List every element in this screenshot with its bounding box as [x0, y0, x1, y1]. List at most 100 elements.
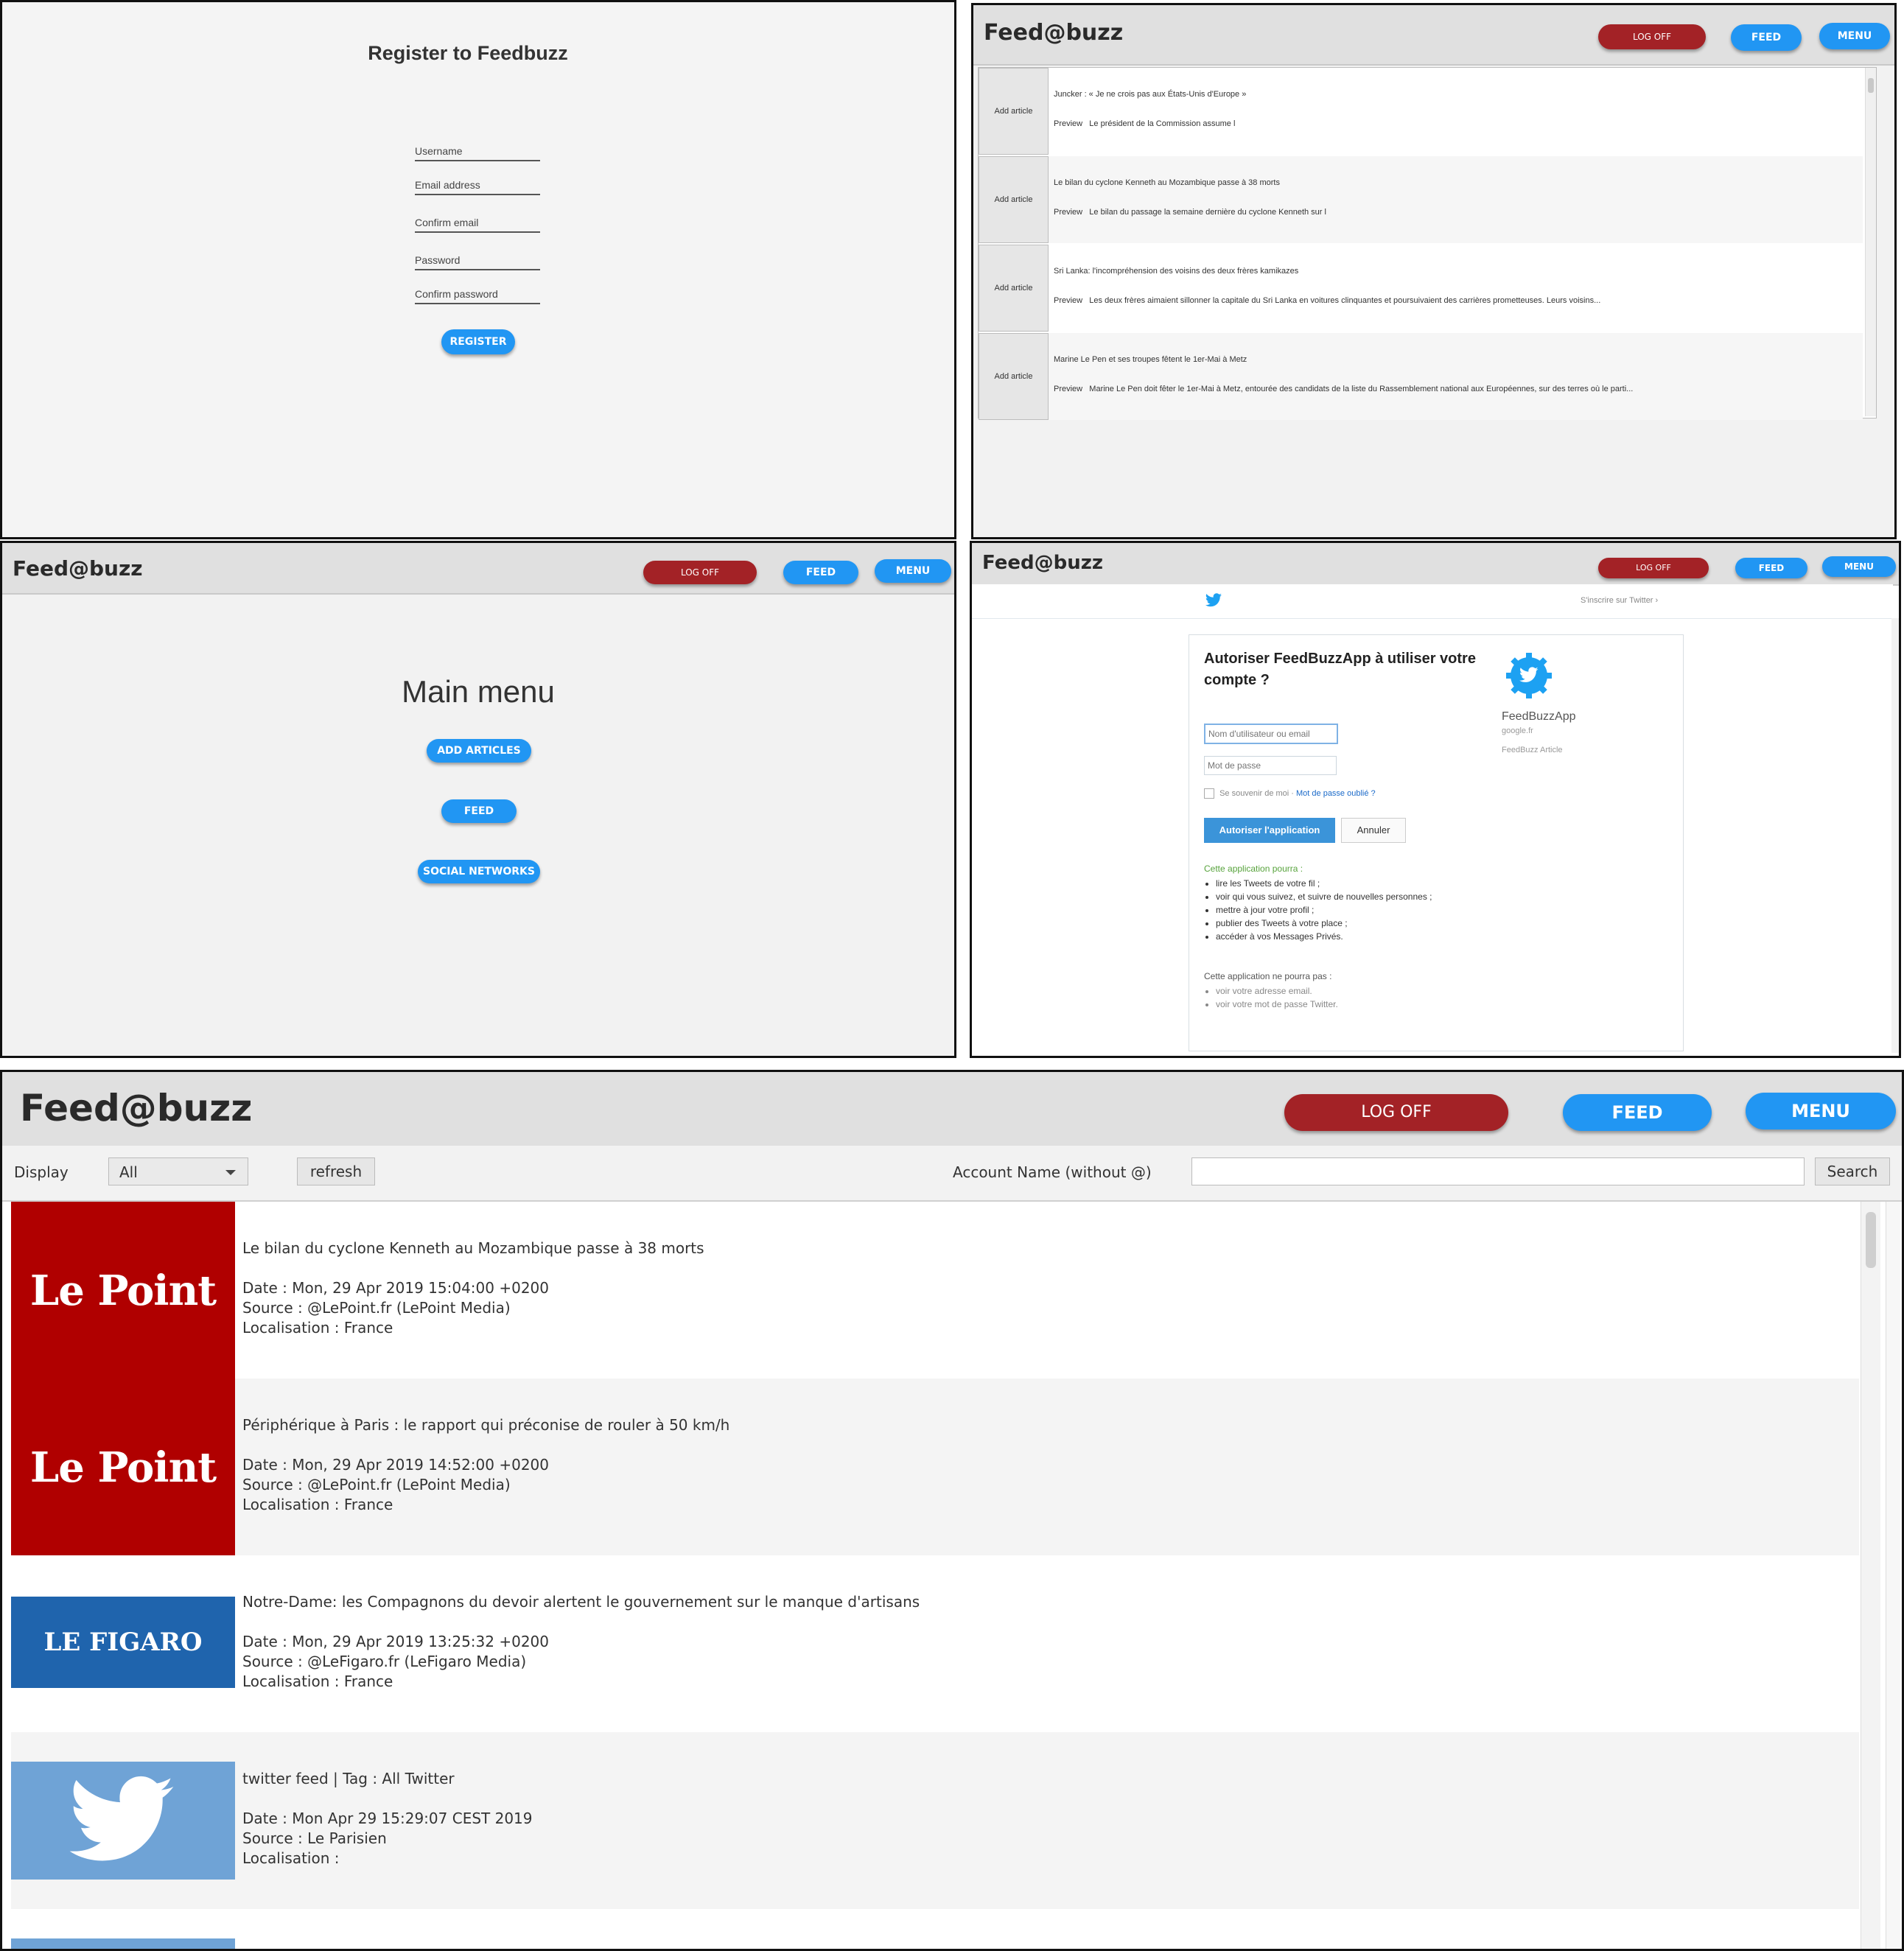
feed-item-location: Localisation : France — [242, 1672, 393, 1690]
lefigaro-logo: LE FIGARO — [11, 1597, 235, 1688]
remember-checkbox[interactable] — [1204, 788, 1214, 799]
logoff-button[interactable]: LOG OFF — [1598, 558, 1709, 578]
app-header: Feed@buzz LOG OFF FEED MENU — [2, 543, 954, 595]
register-button[interactable]: REGISTER — [441, 329, 515, 354]
account-name-input[interactable] — [1191, 1157, 1805, 1185]
feed-item-date: Date : Mon, 29 Apr 2019 15:04:00 +0200 — [242, 1279, 549, 1297]
list-item: accéder à vos Messages Privés. — [1216, 931, 1432, 942]
feed-item-text: twitter feed | Tag : All Twitter Date : … — [242, 1769, 533, 1868]
article-preview: Preview Le bilan du passage la semaine d… — [1054, 208, 1326, 217]
feed-item-date: Date : Mon, 29 Apr 2019 14:52:00 +0200 — [242, 1456, 549, 1474]
confirm-password-field[interactable]: Confirm password — [415, 288, 540, 304]
feed-button[interactable]: FEED — [1735, 558, 1807, 578]
feed-item-title: Le bilan du cyclone Kenneth au Mozambiqu… — [242, 1239, 704, 1257]
app-header: Feed@buzz LOG OFF FEED MENU — [2, 1072, 1902, 1147]
social-networks-button[interactable]: SOCIAL NETWORKS — [418, 860, 540, 883]
add-article-button[interactable]: Add article — [979, 68, 1049, 155]
feed-item-text: Périphérique à Paris : le rapport qui pr… — [242, 1415, 729, 1515]
article-preview: Preview Le président de la Commission as… — [1054, 119, 1236, 128]
article-preview: Preview Marine Le Pen doit fêter le 1er-… — [1054, 385, 1634, 393]
feed-button[interactable]: FEED — [1731, 24, 1802, 51]
password-input[interactable] — [1204, 756, 1337, 775]
menu-button[interactable]: MENU — [1746, 1093, 1896, 1129]
article-preview: Preview Les deux frères aimaient sillonn… — [1054, 296, 1601, 305]
confirm-email-field[interactable]: Confirm email — [415, 217, 540, 233]
cancel-button[interactable]: Annuler — [1341, 818, 1406, 843]
menu-button[interactable]: MENU — [875, 559, 951, 583]
add-articles-button[interactable]: ADD ARTICLES — [427, 739, 531, 763]
page-title: Main menu — [402, 674, 555, 709]
app-logo: Feed@buzz — [13, 556, 143, 581]
register-window: Register to Feedbuzz Username Email addr… — [0, 0, 956, 539]
menu-button[interactable]: MENU — [1819, 23, 1890, 49]
can-list: lire les Tweets de votre fil ; voir qui … — [1204, 875, 1432, 945]
cannot-list: voir votre adresse email. voir votre mot… — [1204, 983, 1338, 1012]
chevron-down-icon — [225, 1170, 236, 1175]
add-article-button[interactable]: Add article — [979, 245, 1049, 332]
scrollbar[interactable] — [1861, 1202, 1880, 1949]
email-field[interactable]: Email address — [415, 179, 540, 195]
list-item: LE FIGARO Notre-Dame: les Compagnons du … — [11, 1555, 1859, 1732]
feed-item-date: Date : Mon Apr 29 15:29:07 CEST 2019 — [242, 1810, 533, 1827]
logoff-button[interactable]: LOG OFF — [1284, 1094, 1508, 1131]
refresh-button[interactable]: refresh — [297, 1157, 375, 1185]
feed-button[interactable]: FEED — [1563, 1094, 1712, 1131]
register-title: Register to Feedbuzz — [368, 42, 568, 64]
scrollbar[interactable] — [1891, 618, 1899, 1053]
add-article-button[interactable]: Add article — [979, 333, 1049, 420]
app-logo: Feed@buzz — [982, 552, 1103, 574]
logo-text: LE FIGARO — [43, 1628, 203, 1657]
twitter-auth-window: Feed@buzz LOG OFF FEED MENU S'inscrire s… — [970, 541, 1901, 1058]
articles-list[interactable]: Add article Juncker : « Je ne crois pas … — [978, 67, 1877, 420]
feed-item-source: Source : @LePoint.fr (LePoint Media) — [242, 1476, 511, 1493]
list-item: Le Point Le bilan du cyclone Kenneth au … — [11, 1202, 1859, 1379]
scrollbar-thumb[interactable] — [1866, 1212, 1876, 1268]
search-button[interactable]: Search — [1815, 1157, 1890, 1185]
feed-menu-button[interactable]: FEED — [441, 799, 517, 823]
feed-list[interactable]: Le Point Le bilan du cyclone Kenneth au … — [2, 1202, 1902, 1949]
menu-button[interactable]: MENU — [1822, 556, 1896, 577]
twitter-bird-icon — [1205, 593, 1222, 607]
list-item: mettre à jour votre profil ; — [1216, 905, 1432, 915]
remember-label: Se souvenir de moi · — [1219, 788, 1294, 798]
cannot-title: Cette application ne pourra pas : — [1204, 971, 1332, 981]
logoff-button[interactable]: LOG OFF — [643, 561, 757, 584]
twitter-logo: twitter — [11, 1762, 235, 1880]
list-item: Add article Marine Le Pen et ses troupes… — [979, 333, 1863, 420]
display-label: Display — [14, 1163, 69, 1181]
list-item: publier des Tweets à votre place ; — [1216, 918, 1432, 928]
feed-button[interactable]: FEED — [783, 561, 858, 584]
signup-link[interactable]: S'inscrire sur Twitter › — [1581, 596, 1658, 605]
password-field[interactable]: Password — [415, 254, 540, 270]
username-input[interactable] — [1204, 724, 1338, 744]
add-article-button[interactable]: Add article — [979, 156, 1049, 243]
display-select[interactable]: All — [108, 1157, 248, 1185]
list-item: Add article Le bilan du cyclone Kenneth … — [979, 156, 1863, 243]
list-item: voir votre adresse email. — [1216, 986, 1338, 996]
logoff-button[interactable]: LOG OFF — [1598, 24, 1706, 49]
lepoint-logo: Le Point — [11, 1202, 235, 1379]
username-field[interactable]: Username — [415, 145, 540, 161]
feed-item-location: Localisation : France — [242, 1496, 393, 1513]
can-title: Cette application pourra : — [1204, 864, 1303, 874]
remember-row: Se souvenir de moi · Mot de passe oublié… — [1204, 788, 1376, 799]
outer-scrollbar[interactable] — [1886, 1202, 1901, 1949]
feed-item-source: Source : @LePoint.fr (LePoint Media) — [242, 1299, 511, 1317]
scrollbar[interactable] — [1865, 68, 1876, 416]
app-description: FeedBuzz Article — [1502, 746, 1563, 754]
auth-card: Autoriser FeedBuzzApp à utiliser votre c… — [1189, 634, 1684, 1051]
app-name: FeedBuzzApp — [1502, 710, 1576, 723]
list-item: Le Point Périphérique à Paris : le rappo… — [11, 1379, 1859, 1555]
feed-item-text: Notre-Dame: les Compagnons du devoir ale… — [242, 1592, 920, 1692]
authorize-button[interactable]: Autoriser l'application — [1204, 818, 1335, 843]
forgot-password-link[interactable]: Mot de passe oublié ? — [1296, 789, 1376, 798]
list-item: voir votre mot de passe Twitter. — [1216, 999, 1338, 1009]
app-logo-icon — [1506, 653, 1552, 698]
feed-item-location: Localisation : — [242, 1849, 340, 1867]
main-menu-window: Feed@buzz LOG OFF FEED MENU Main menu AD… — [0, 541, 956, 1058]
article-title: Juncker : « Je ne crois pas aux États-Un… — [1054, 90, 1247, 99]
feed-window: Feed@buzz LOG OFF FEED MENU Display All … — [0, 1070, 1904, 1951]
app-logo: Feed@buzz — [20, 1087, 253, 1129]
list-item: twitter twitter feed | Tag : All Twitter… — [11, 1732, 1859, 1909]
list-item — [11, 1938, 235, 1949]
